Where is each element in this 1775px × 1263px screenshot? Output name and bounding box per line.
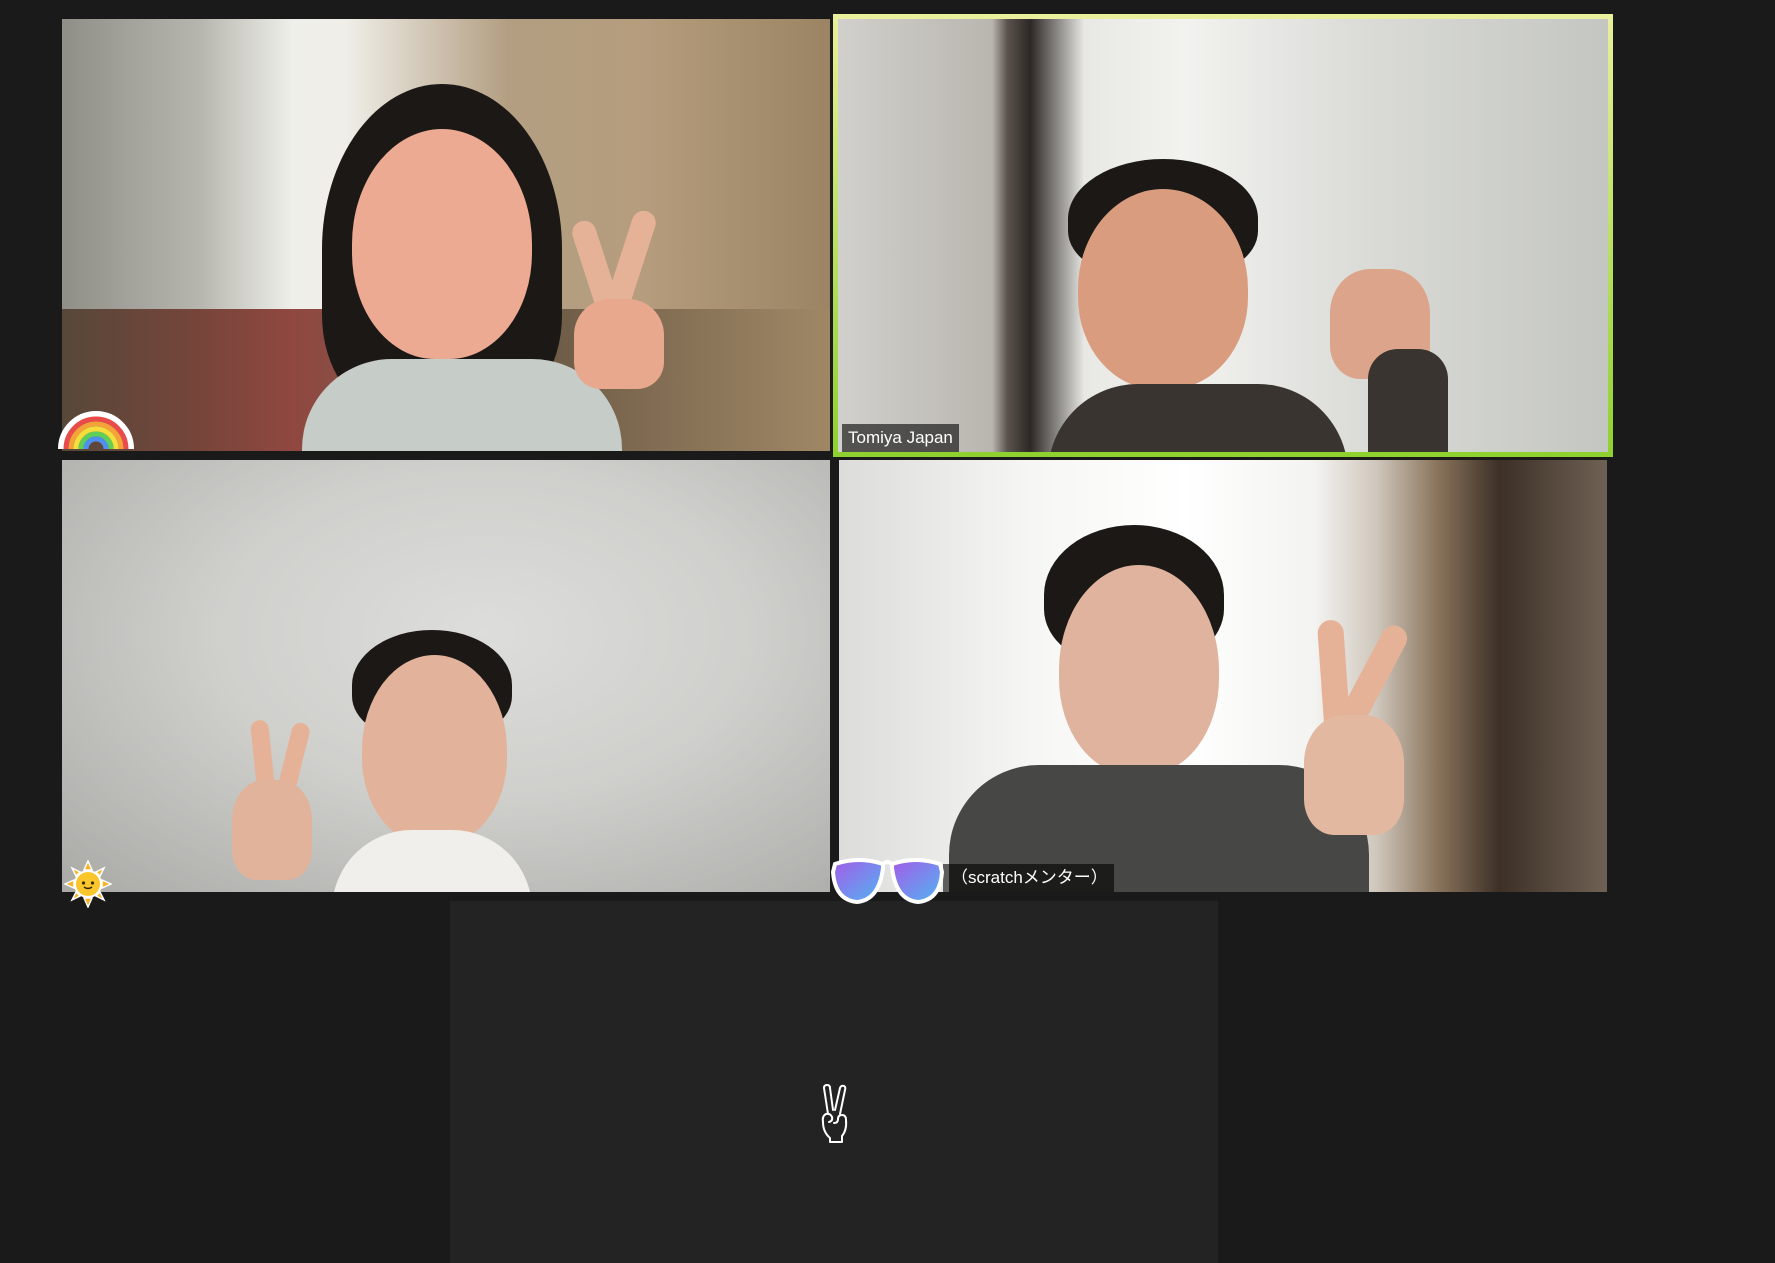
sun-icon <box>64 860 112 908</box>
participant-name-label: Tomiya Japan <box>842 424 959 452</box>
participant-figure-4 <box>949 525 1449 892</box>
participant-video-4 <box>839 460 1607 892</box>
rainbow-icon <box>58 411 134 450</box>
participant-figure-1 <box>252 79 672 451</box>
meeting-gallery-view: { "app": { "view": "gallery" }, "partici… <box>0 0 1775 1263</box>
participant-tile-1[interactable] <box>62 19 830 451</box>
participant-tile-2-active-speaker[interactable]: Tomiya Japan <box>833 14 1613 457</box>
participant-tile-5-video-off[interactable] <box>450 901 1218 1263</box>
participant-video-2 <box>838 19 1608 452</box>
sunglasses-icon <box>830 858 945 905</box>
peace-hand-icon <box>821 1084 848 1143</box>
participant-video-3 <box>62 460 830 892</box>
participant-figure-3 <box>212 630 662 892</box>
participant-tile-4[interactable]: （scratchメンター） <box>839 460 1607 892</box>
participant-name-label: （scratchメンター） <box>943 864 1114 892</box>
participant-tile-3[interactable] <box>62 460 830 892</box>
participant-video-1 <box>62 19 830 451</box>
participant-figure-2 <box>1048 159 1468 452</box>
